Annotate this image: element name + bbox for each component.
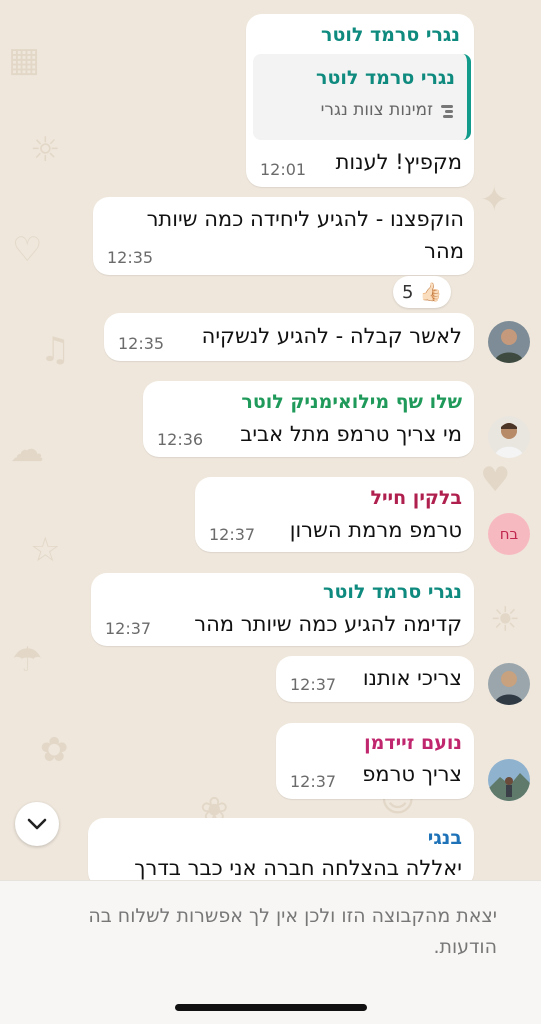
user-photo-avatar[interactable]: [488, 416, 530, 458]
message-time: 12:37: [290, 772, 337, 791]
music-doodle-icon: ♫: [40, 330, 71, 370]
heart-doodle-icon: ♡: [12, 230, 43, 270]
left-group-notice: יצאת מהקבוצה הזו ולכן אין לך אפשרות לשלו…: [88, 905, 497, 958]
quoted-message[interactable]: נגרי סרמד לוטר זמינות צוות נגרי: [253, 54, 471, 140]
reaction-count: 5: [402, 281, 414, 303]
message-text: צריכי אותנו: [362, 666, 462, 690]
reaction-badge[interactable]: 5 👍🏻: [393, 276, 451, 308]
sun-doodle-icon: ☼: [30, 130, 61, 170]
message-bubble[interactable]: נגרי סרמד לוטר קדימה להגיע כמה שיותר מהר…: [91, 573, 474, 646]
message-bubble[interactable]: הוקפצנו - להגיע ליחידה כמה שיותר מהר 12:…: [93, 197, 474, 275]
message-bubble[interactable]: צריכי אותנו 12:37: [276, 656, 474, 702]
poll-icon: [439, 103, 455, 118]
message-text-line: מהר: [424, 239, 464, 263]
message-time: 12:01: [260, 160, 307, 179]
star-doodle-icon: ✦: [480, 180, 509, 220]
chevron-down-icon: [27, 815, 47, 834]
quoted-sender-name: נגרי סרמד לוטר: [316, 67, 455, 89]
sender-name: בנגי: [427, 827, 462, 849]
message-bubble[interactable]: בנגי יאללה בהצלחה חברה אני כבר בדרך: [88, 818, 474, 888]
message-text: לאשר קבלה - להגיע לנשקיה: [201, 324, 462, 348]
message-time: 12:37: [105, 619, 152, 638]
sender-name: בלקין חייל: [370, 487, 462, 509]
message-time: 12:35: [118, 334, 165, 353]
message-text: קדימה להגיע כמה שיותר מהר: [194, 612, 462, 636]
message-time: 12:36: [157, 430, 204, 449]
message-text: יאללה בהצלחה חברה אני כבר בדרך: [134, 856, 462, 880]
message-text: טרמפ מרמת השרון: [289, 518, 462, 542]
message-bubble[interactable]: נגרי סרמד לוטר נגרי סרמד לוטר זמינות צוו…: [246, 14, 474, 187]
message-bubble[interactable]: שלו שף מילואימניק לוטר מי צריך טרמפ מתל …: [143, 381, 474, 457]
message-bubble[interactable]: לאשר קבלה - להגיע לנשקיה 12:35: [104, 313, 474, 361]
message-time: 12:37: [209, 525, 256, 544]
avatar-initials: בח: [499, 525, 519, 543]
user-photo-avatar[interactable]: [488, 663, 530, 705]
cloud-doodle-icon: ☁: [10, 430, 44, 470]
sun-doodle-icon: ☀: [490, 600, 521, 640]
sender-name: נגרי סרמד לוטר: [323, 581, 462, 603]
heart-doodle-icon: ♥: [480, 460, 511, 500]
user-photo-avatar[interactable]: [488, 759, 530, 801]
scroll-to-bottom-button[interactable]: [15, 802, 59, 846]
message-time: 12:35: [107, 248, 154, 267]
sender-name: שלו שף מילואימניק לוטר: [241, 391, 462, 413]
quoted-text: זמינות צוות נגרי: [320, 100, 433, 120]
umbrella-doodle-icon: ☂: [12, 640, 43, 680]
initials-avatar[interactable]: בח: [488, 513, 530, 555]
quoted-poll-line: זמינות צוות נגרי: [321, 100, 455, 120]
calendar-doodle-icon: ▦: [8, 40, 41, 80]
star-doodle-icon: ☆: [30, 530, 61, 570]
footer-notice-bar: יצאת מהקבוצה הזו ולכן אין לך אפשרות לשלו…: [0, 880, 541, 1024]
thumbs-up-icon: 👍🏻: [419, 281, 442, 303]
flower-doodle-icon: ✿: [40, 730, 69, 770]
message-text: מקפיץ! לענות: [335, 150, 462, 174]
sender-name: נועם זיידמן: [364, 732, 462, 754]
message-bubble[interactable]: בלקין חייל טרמפ מרמת השרון 12:37: [195, 477, 474, 552]
user-photo-avatar[interactable]: [488, 321, 530, 363]
message-text: צריך טרמפ: [362, 762, 462, 786]
home-indicator[interactable]: [175, 1004, 367, 1011]
sender-name: נגרי סרמד לוטר: [321, 24, 460, 46]
message-text: מי צריך טרמפ מתל אביב: [240, 422, 462, 446]
message-text-line: הוקפצנו - להגיע ליחידה כמה שיותר: [146, 207, 464, 231]
message-time: 12:37: [290, 675, 337, 694]
message-bubble[interactable]: נועם זיידמן צריך טרמפ 12:37: [276, 723, 474, 799]
